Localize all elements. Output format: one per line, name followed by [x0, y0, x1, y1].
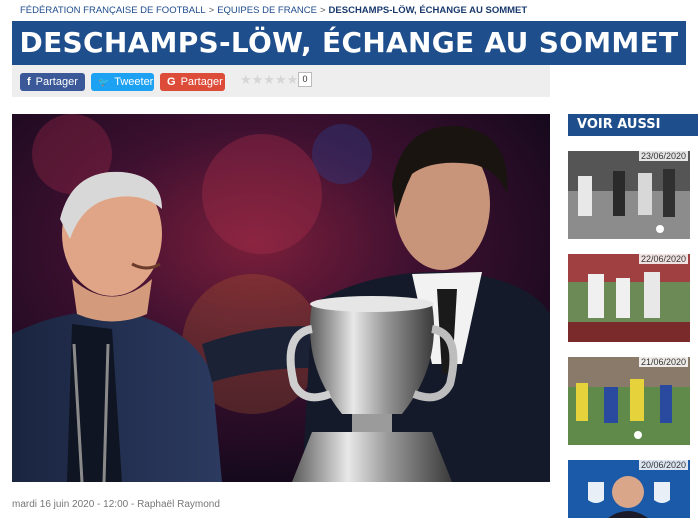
google-share-button[interactable]: G Partager — [160, 73, 225, 91]
rating-count: 0 — [298, 72, 312, 87]
breadcrumb-link-fff[interactable]: FÉDÉRATION FRANÇAISE DE FOOTBALL — [20, 5, 206, 16]
see-also-item[interactable]: 22/06/2020 — [568, 254, 690, 342]
facebook-share-button[interactable]: f Partager — [20, 73, 85, 91]
see-also-item[interactable]: 23/06/2020 — [568, 151, 690, 239]
see-also-date: 22/06/2020 — [638, 254, 688, 264]
twitter-share-button[interactable]: 🐦 Tweeter — [91, 73, 154, 91]
see-also-thumbnail — [568, 151, 690, 239]
rating-stars[interactable]: ★★★★★ — [240, 72, 298, 88]
facebook-share-label: Partager — [35, 76, 78, 88]
breadcrumb-separator: > — [319, 5, 326, 16]
article-title: DESCHAMPS-LÖW, ÉCHANGE AU SOMMET — [19, 26, 679, 59]
twitter-icon: 🐦 — [98, 77, 110, 87]
google-icon: G — [167, 76, 176, 88]
share-bar: f Partager 🐦 Tweeter G Partager ★★★★★ 0 — [12, 65, 550, 97]
photo-illustration — [12, 114, 550, 482]
breadcrumb-current: DESCHAMPS-LÖW, ÉCHANGE AU SOMMET — [328, 5, 528, 16]
breadcrumb: FÉDÉRATION FRANÇAISE DE FOOTBALL > EQUIPES… — [20, 5, 527, 16]
article-main-photo — [12, 114, 550, 482]
see-also-thumbnail — [568, 254, 690, 342]
article-title-bar: DESCHAMPS-LÖW, ÉCHANGE AU SOMMET — [12, 21, 686, 65]
breadcrumb-link-equipes[interactable]: EQUIPES DE FRANCE — [217, 5, 317, 16]
article-meta: mardi 16 juin 2020 - 12:00 - Raphaël Ray… — [12, 499, 220, 510]
twitter-share-label: Tweeter — [114, 76, 154, 88]
facebook-icon: f — [27, 76, 31, 88]
see-also-date: 21/06/2020 — [638, 357, 688, 367]
see-also-date: 23/06/2020 — [638, 151, 688, 161]
see-also-item[interactable]: 21/06/2020 — [568, 357, 690, 445]
google-share-label: Partager — [180, 76, 223, 88]
breadcrumb-separator: > — [208, 5, 215, 16]
see-also-title: VOIR AUSSI — [568, 114, 698, 136]
see-also-date: 20/06/2020 — [638, 460, 688, 470]
see-also-thumbnail — [568, 357, 690, 445]
see-also-item[interactable]: 20/06/2020 — [568, 460, 690, 518]
